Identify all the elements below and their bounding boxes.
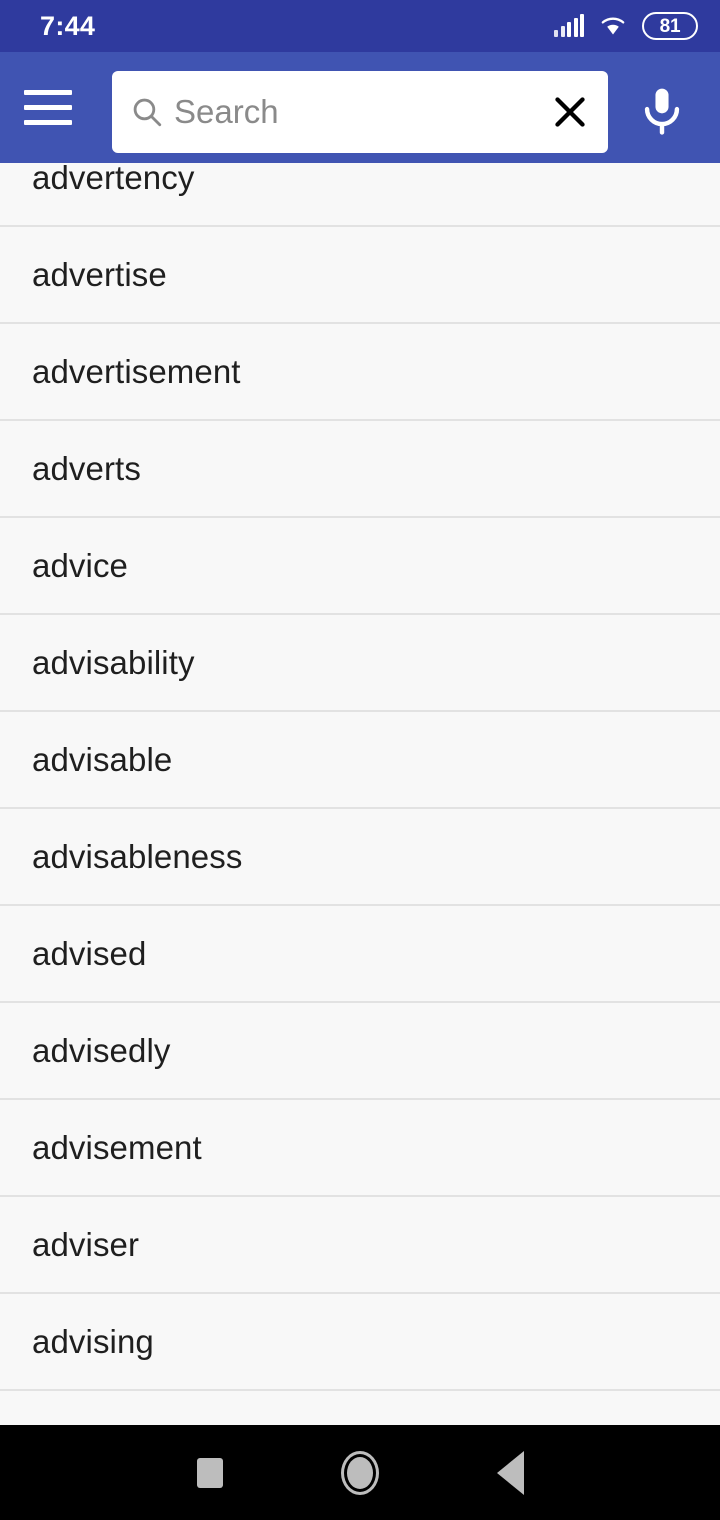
list-item-label: advising: [32, 1323, 154, 1360]
triangle-left-icon: [496, 1450, 524, 1495]
status-bar: 7:44 81: [0, 0, 720, 52]
list-item-label: adviser: [32, 1226, 140, 1263]
word-result-list-inner: advertency advertise advertisement adver…: [0, 163, 720, 1425]
microphone-icon[interactable]: [628, 80, 696, 142]
battery-status-badge: 81: [642, 12, 698, 40]
list-item-label: advisable: [32, 741, 173, 778]
app-bar: [0, 52, 720, 163]
list-item-label: adverts: [32, 450, 141, 487]
list-item[interactable]: advisability: [0, 615, 720, 712]
list-item-label: advertisement: [32, 353, 241, 390]
list-item-label: advisableness: [32, 838, 243, 875]
microphone-icon-glyph: [644, 88, 680, 135]
list-item-label: advisedly: [32, 1032, 171, 1069]
hamburger-menu-icon[interactable]: [24, 90, 96, 125]
list-item-label: advertise: [32, 256, 167, 293]
list-item-label: advisement: [32, 1129, 202, 1166]
list-item[interactable]: adviser: [0, 1197, 720, 1294]
list-item[interactable]: advising: [0, 1294, 720, 1391]
list-item[interactable]: [0, 1391, 720, 1425]
system-navigation-bar: [0, 1425, 720, 1520]
recents-button[interactable]: [135, 1425, 285, 1520]
app-screen: 7:44 81 Search advertency advertise adve…: [0, 0, 720, 1520]
list-item[interactable]: advertise: [0, 227, 720, 324]
cellular-signal-icon: [554, 14, 584, 37]
list-item[interactable]: advice: [0, 518, 720, 615]
close-icon-glyph: [555, 97, 585, 127]
square-icon: [197, 1457, 223, 1488]
close-icon[interactable]: [546, 88, 594, 136]
list-item[interactable]: advisement: [0, 1100, 720, 1197]
battery-level-label: 81: [659, 15, 681, 37]
search-input[interactable]: [164, 93, 546, 131]
list-item-label: advertency: [32, 163, 195, 196]
wifi-icon: [601, 17, 625, 35]
list-item[interactable]: advertisement: [0, 324, 720, 421]
list-item[interactable]: advisable: [0, 712, 720, 809]
word-result-list[interactable]: advertency advertise advertisement adver…: [0, 163, 720, 1425]
list-item[interactable]: advisedly: [0, 1003, 720, 1100]
list-item[interactable]: advised: [0, 906, 720, 1003]
circle-icon: [341, 1450, 379, 1495]
search-icon: [133, 98, 162, 127]
list-item[interactable]: advertency: [0, 163, 720, 227]
list-item[interactable]: advisableness: [0, 809, 720, 906]
search-field[interactable]: [112, 71, 608, 153]
status-icon-group: 81: [554, 12, 698, 40]
list-item-label: advised: [32, 935, 147, 972]
list-item-label: advisability: [32, 644, 195, 681]
list-item[interactable]: adverts: [0, 421, 720, 518]
back-button[interactable]: [435, 1425, 585, 1520]
status-clock: 7:44: [40, 10, 96, 41]
home-button[interactable]: [285, 1425, 435, 1520]
list-item-label: advice: [32, 547, 128, 584]
